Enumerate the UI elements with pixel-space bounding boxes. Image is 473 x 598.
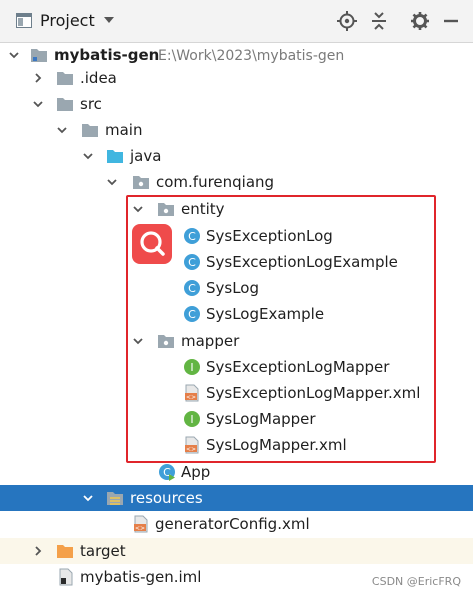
package-icon <box>133 176 149 189</box>
search-icon <box>140 231 165 256</box>
source-folder-icon <box>107 150 123 163</box>
tree-row-resources[interactable]: resources <box>0 485 473 511</box>
folder-icon <box>57 72 73 85</box>
folder-icon <box>57 98 73 111</box>
tree-label-app: App <box>181 463 211 481</box>
chevron-down-icon[interactable] <box>56 124 68 136</box>
search-badge[interactable] <box>132 224 172 264</box>
project-view-title[interactable]: Project <box>40 11 95 30</box>
settings-gear-icon[interactable] <box>410 11 430 31</box>
tree-row-src[interactable]: src <box>0 91 473 117</box>
tree-row-idea[interactable]: .idea <box>0 65 473 91</box>
tree-row-package[interactable]: com.furenqiang <box>0 169 473 195</box>
watermark: CSDN @EricFRQ <box>371 575 461 588</box>
tree-label-resources: resources <box>130 489 203 507</box>
tree-label-iml: mybatis-gen.iml <box>80 568 202 586</box>
module-folder-icon <box>31 49 47 62</box>
chevron-down-icon[interactable] <box>32 98 44 110</box>
tree-label-main: main <box>105 121 143 139</box>
excluded-folder-icon <box>57 545 73 558</box>
project-root-name: mybatis-gen <box>54 46 160 64</box>
tree-row-main[interactable]: main <box>0 117 473 143</box>
project-window-icon <box>16 13 32 28</box>
project-toolbar: Project <box>0 0 473 43</box>
collapse-all-icon[interactable] <box>369 11 389 31</box>
tree-label-generator-config: generatorConfig.xml <box>155 515 310 533</box>
tree-label-target: target <box>80 542 126 560</box>
chevron-right-icon[interactable] <box>32 545 44 557</box>
tree-label-idea: .idea <box>80 69 117 87</box>
hide-icon[interactable] <box>441 11 461 31</box>
chevron-right-icon[interactable] <box>32 72 44 84</box>
resources-folder-icon <box>107 492 123 505</box>
highlight-box <box>126 195 436 463</box>
tree-row-java[interactable]: java <box>0 143 473 169</box>
tree-label-java: java <box>130 147 162 165</box>
runnable-class-icon: C <box>159 464 175 481</box>
locate-icon[interactable] <box>337 11 357 31</box>
tree-label-package: com.furenqiang <box>156 173 275 191</box>
tree-label-src: src <box>80 95 102 113</box>
chevron-down-icon[interactable] <box>103 15 115 25</box>
svg-text:<>: <> <box>135 525 145 532</box>
tree-row-xml[interactable]: <> generatorConfig.xml <box>0 511 473 537</box>
project-root-path: E:\Work\2023\mybatis-gen <box>158 48 345 64</box>
module-file-icon <box>59 568 73 586</box>
chevron-down-icon[interactable] <box>106 176 118 188</box>
folder-icon <box>82 124 98 137</box>
tree-row-target[interactable]: target <box>0 538 473 564</box>
chevron-down-icon[interactable] <box>82 150 94 162</box>
chevron-down-icon[interactable] <box>8 49 20 61</box>
chevron-down-icon[interactable] <box>82 492 94 504</box>
xml-file-icon: <> <box>134 515 148 533</box>
